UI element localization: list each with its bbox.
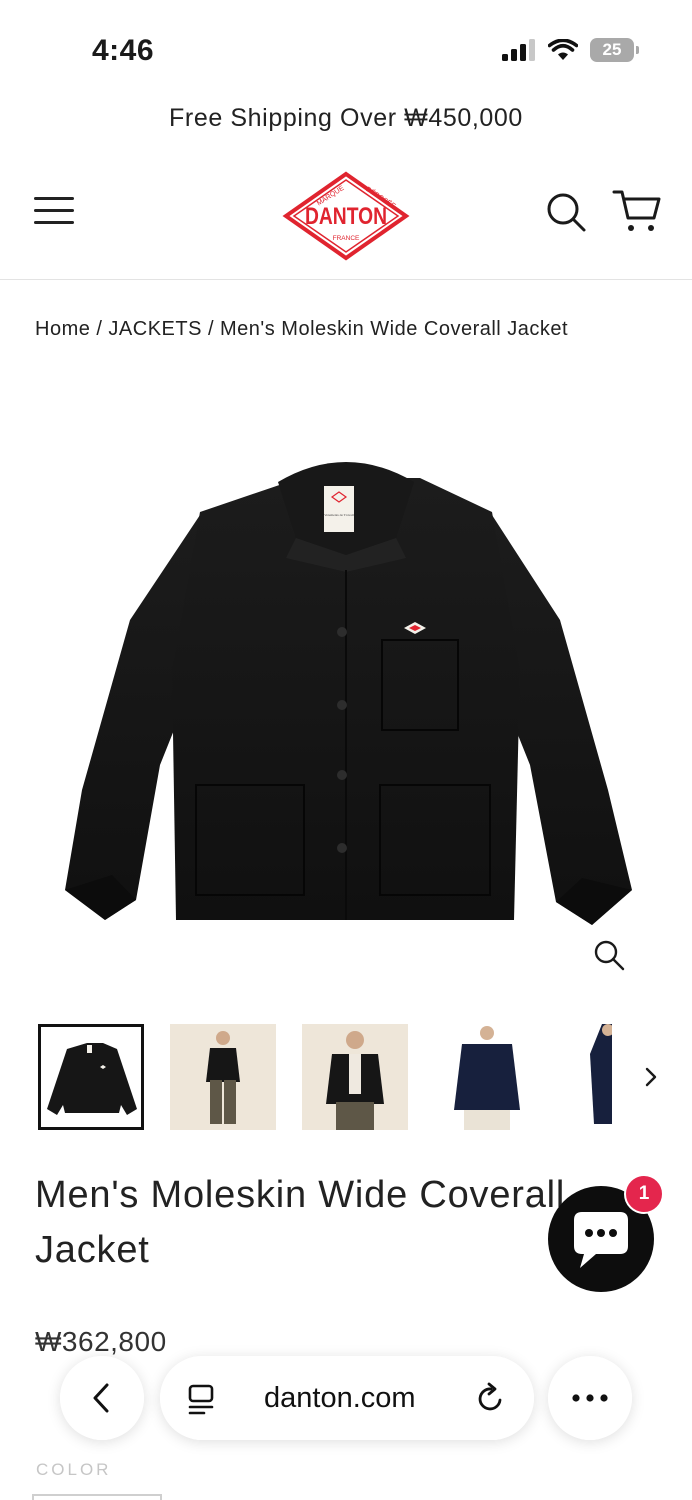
color-option-label: COLOR (36, 1460, 112, 1479)
address-bar[interactable]: danton.com (160, 1356, 534, 1440)
url-text: danton.com (264, 1382, 416, 1414)
battery-icon: 25 (590, 38, 639, 62)
browser-toolbar: danton.com (0, 1352, 692, 1448)
more-options-button[interactable] (548, 1356, 632, 1440)
logo-text-france: FRANCE (333, 235, 360, 242)
zoom-icon[interactable] (592, 938, 626, 972)
status-bar: 4:46 25 (0, 0, 692, 100)
danton-logo[interactable]: MARQUE DÉPOSÉE DANTON FRANCE (282, 170, 410, 262)
reload-icon[interactable] (476, 1382, 506, 1414)
thumbnail-5[interactable] (566, 1024, 612, 1130)
back-button[interactable] (60, 1356, 144, 1440)
status-time: 4:46 (92, 34, 155, 67)
thumbnail-2[interactable] (170, 1024, 276, 1130)
inner-label-text: Vetements de Travail (324, 513, 354, 517)
battery-level: 25 (602, 40, 622, 59)
thumbnail-3[interactable] (302, 1024, 408, 1130)
breadcrumb-current: Men's Moleskin Wide Coverall Jacket (220, 318, 569, 340)
site-header: MARQUE DÉPOSÉE DANTON FRANCE (0, 160, 692, 280)
thumbnail-4[interactable] (434, 1024, 540, 1130)
product-title: Men's Moleskin Wide Coverall Jacket (35, 1174, 566, 1271)
breadcrumb-separator: / (207, 318, 215, 340)
cellular-signal-icon (502, 39, 535, 61)
thumbnail-carousel (0, 1022, 692, 1134)
breadcrumb-category[interactable]: JACKETS (108, 318, 202, 340)
breadcrumb: Home / JACKETS / Men's Moleskin Wide Coveral… (35, 318, 568, 341)
chat-notification-badge: 1 (624, 1174, 664, 1214)
menu-button[interactable] (34, 194, 76, 226)
cart-icon[interactable] (612, 188, 662, 234)
wifi-icon (548, 39, 578, 60)
product-main-image[interactable]: Vetements de Travail (0, 420, 692, 960)
breadcrumb-home[interactable]: Home (35, 318, 90, 340)
thumbnail-1[interactable] (38, 1024, 144, 1130)
search-icon[interactable] (544, 190, 588, 234)
chevron-right-icon[interactable] (638, 1062, 664, 1092)
ellipsis-icon (572, 1394, 608, 1402)
reader-mode-icon[interactable] (186, 1384, 216, 1416)
status-icons: 25 (502, 38, 639, 62)
color-swatch[interactable] (32, 1494, 162, 1500)
breadcrumb-separator: / (96, 318, 103, 340)
logo-text-brand: DANTON (305, 203, 387, 230)
announcement-bar: Free Shipping Over ₩450,000 (169, 104, 523, 132)
chevron-left-icon (93, 1383, 109, 1413)
